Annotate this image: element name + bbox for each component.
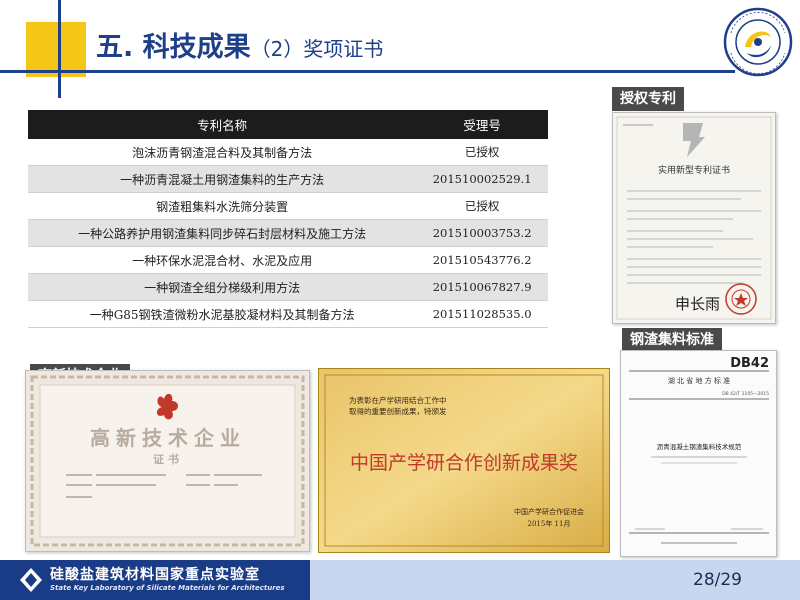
patent-certificate-signature: 申长雨: [675, 295, 720, 313]
plaque-title: 中国产学研合作创新成果奖: [350, 452, 578, 474]
patent-certificate-title: 实用新型专利证书: [658, 164, 730, 176]
standard-document-graphic: DB42 湖 北 省 地 方 标 准 DB 42/T 1105—2015 沥青混…: [621, 351, 776, 556]
plaque-issuer: 中国产学研合作促进会: [514, 507, 584, 516]
table-row: 一种钢渣全组分梯级利用方法 201510067827.9: [28, 273, 548, 301]
header-accent-block: [26, 22, 86, 77]
table-row: 一种公路养护用钢渣集料同步碎石封层材料及施工方法 201510003753.2: [28, 219, 548, 247]
table-row: 一种沥青混凝土用钢渣集料的生产方法 201510002529.1: [28, 165, 548, 193]
high-tech-certificate-graphic: 高新技术企业 证书: [26, 371, 309, 551]
standard-region: 湖 北 省 地 方 标 准: [668, 376, 730, 385]
application-number-cell: 201511028535.0: [416, 300, 548, 328]
table-row: 钢渣粗集料水洗筛分装置 已授权: [28, 192, 548, 220]
lab-emblem-icon: [20, 568, 42, 592]
standard-number: DB 42/T 1105—2015: [722, 391, 769, 397]
patent-name-cell: 一种钢渣全组分梯级利用方法: [28, 273, 417, 301]
label-authorized-patent: 授权专利: [612, 87, 684, 111]
patent-name-cell: 一种沥青混凝土用钢渣集料的生产方法: [28, 165, 417, 193]
patent-table: 专利名称 受理号 泡沫沥青钢渣混合料及其制备方法 已授权 一种沥青混凝土用钢渣集…: [28, 110, 548, 328]
table-header-row: 专利名称 受理号: [28, 110, 548, 139]
plaque-top-text-1: 为表彰在产学研用结合工作中: [349, 395, 447, 405]
high-tech-certificate-subtitle: 证书: [153, 452, 183, 466]
application-number-cell: 201510067827.9: [416, 273, 548, 301]
footer-lab-name: 硅酸盐建筑材料国家重点实验室: [50, 567, 260, 583]
patent-name-cell: 一种环保水泥混合材、水泥及应用: [28, 246, 417, 274]
header-horizontal-rule: [0, 70, 735, 73]
application-number-cell: 201510003753.2: [416, 219, 548, 247]
university-logo: [723, 7, 793, 77]
patent-name-cell: 一种公路养护用钢渣集料同步碎石封层材料及施工方法: [28, 219, 417, 247]
page-title: 五. 科技成果（2）奖项证书: [96, 28, 383, 68]
page-number: 28/29: [693, 570, 742, 590]
standard-code: DB42: [730, 356, 769, 371]
page-title-sub: （2）奖项证书: [250, 37, 384, 61]
table-row: 一种G85钢铁渣微粉水泥基胶凝材料及其制备方法 201511028535.0: [28, 300, 548, 328]
column-header-patent-name: 专利名称: [28, 110, 417, 139]
patent-name-cell: 泡沫沥青钢渣混合料及其制备方法: [28, 139, 417, 166]
label-steel-slag-standard: 钢渣集料标准: [622, 328, 722, 352]
table-row: 泡沫沥青钢渣混合料及其制备方法 已授权: [28, 139, 548, 166]
plaque-date: 2015年 11月: [528, 519, 571, 528]
patent-certificate-graphic: 实用新型专利证书 申长雨: [613, 113, 775, 323]
application-number-cell: 201510543776.2: [416, 246, 548, 274]
patent-certificate-image: 实用新型专利证书 申长雨: [612, 112, 776, 324]
high-tech-certificate-title: 高新技术企业: [90, 426, 246, 450]
application-number-cell: 已授权: [416, 192, 548, 220]
application-number-cell: 已授权: [416, 139, 548, 166]
patent-name-cell: 钢渣粗集料水洗筛分装置: [28, 192, 417, 220]
application-number-cell: 201510002529.1: [416, 165, 548, 193]
innovation-award-plaque: 为表彰在产学研用结合工作中 取得的重要创新成果，特颁发 中国产学研合作创新成果奖…: [318, 368, 610, 553]
high-tech-certificate-image: 高新技术企业 证书: [25, 370, 310, 552]
column-header-application-number: 受理号: [416, 110, 548, 139]
standard-document-image: DB42 湖 北 省 地 方 标 准 DB 42/T 1105—2015 沥青混…: [620, 350, 777, 557]
innovation-award-plaque-graphic: 为表彰在产学研用结合工作中 取得的重要创新成果，特颁发 中国产学研合作创新成果奖…: [319, 369, 609, 552]
patent-name-cell: 一种G85钢铁渣微粉水泥基胶凝材料及其制备方法: [28, 300, 417, 328]
plaque-top-text-2: 取得的重要创新成果，特颁发: [349, 406, 447, 416]
standard-title: 沥青混凝土钢渣集料技术规范: [657, 442, 742, 451]
page-title-main: 五. 科技成果: [96, 32, 251, 63]
table-row: 一种环保水泥混合材、水泥及应用 201510543776.2: [28, 246, 548, 274]
footer-lab-name-english: State Key Laboratory of Silicate Materia…: [50, 584, 285, 592]
slide: 五. 科技成果（2）奖项证书 专利名称 受理号 泡沫沥青钢渣混合料及其制备方法 …: [0, 0, 800, 600]
header-vertical-rule: [58, 0, 61, 98]
